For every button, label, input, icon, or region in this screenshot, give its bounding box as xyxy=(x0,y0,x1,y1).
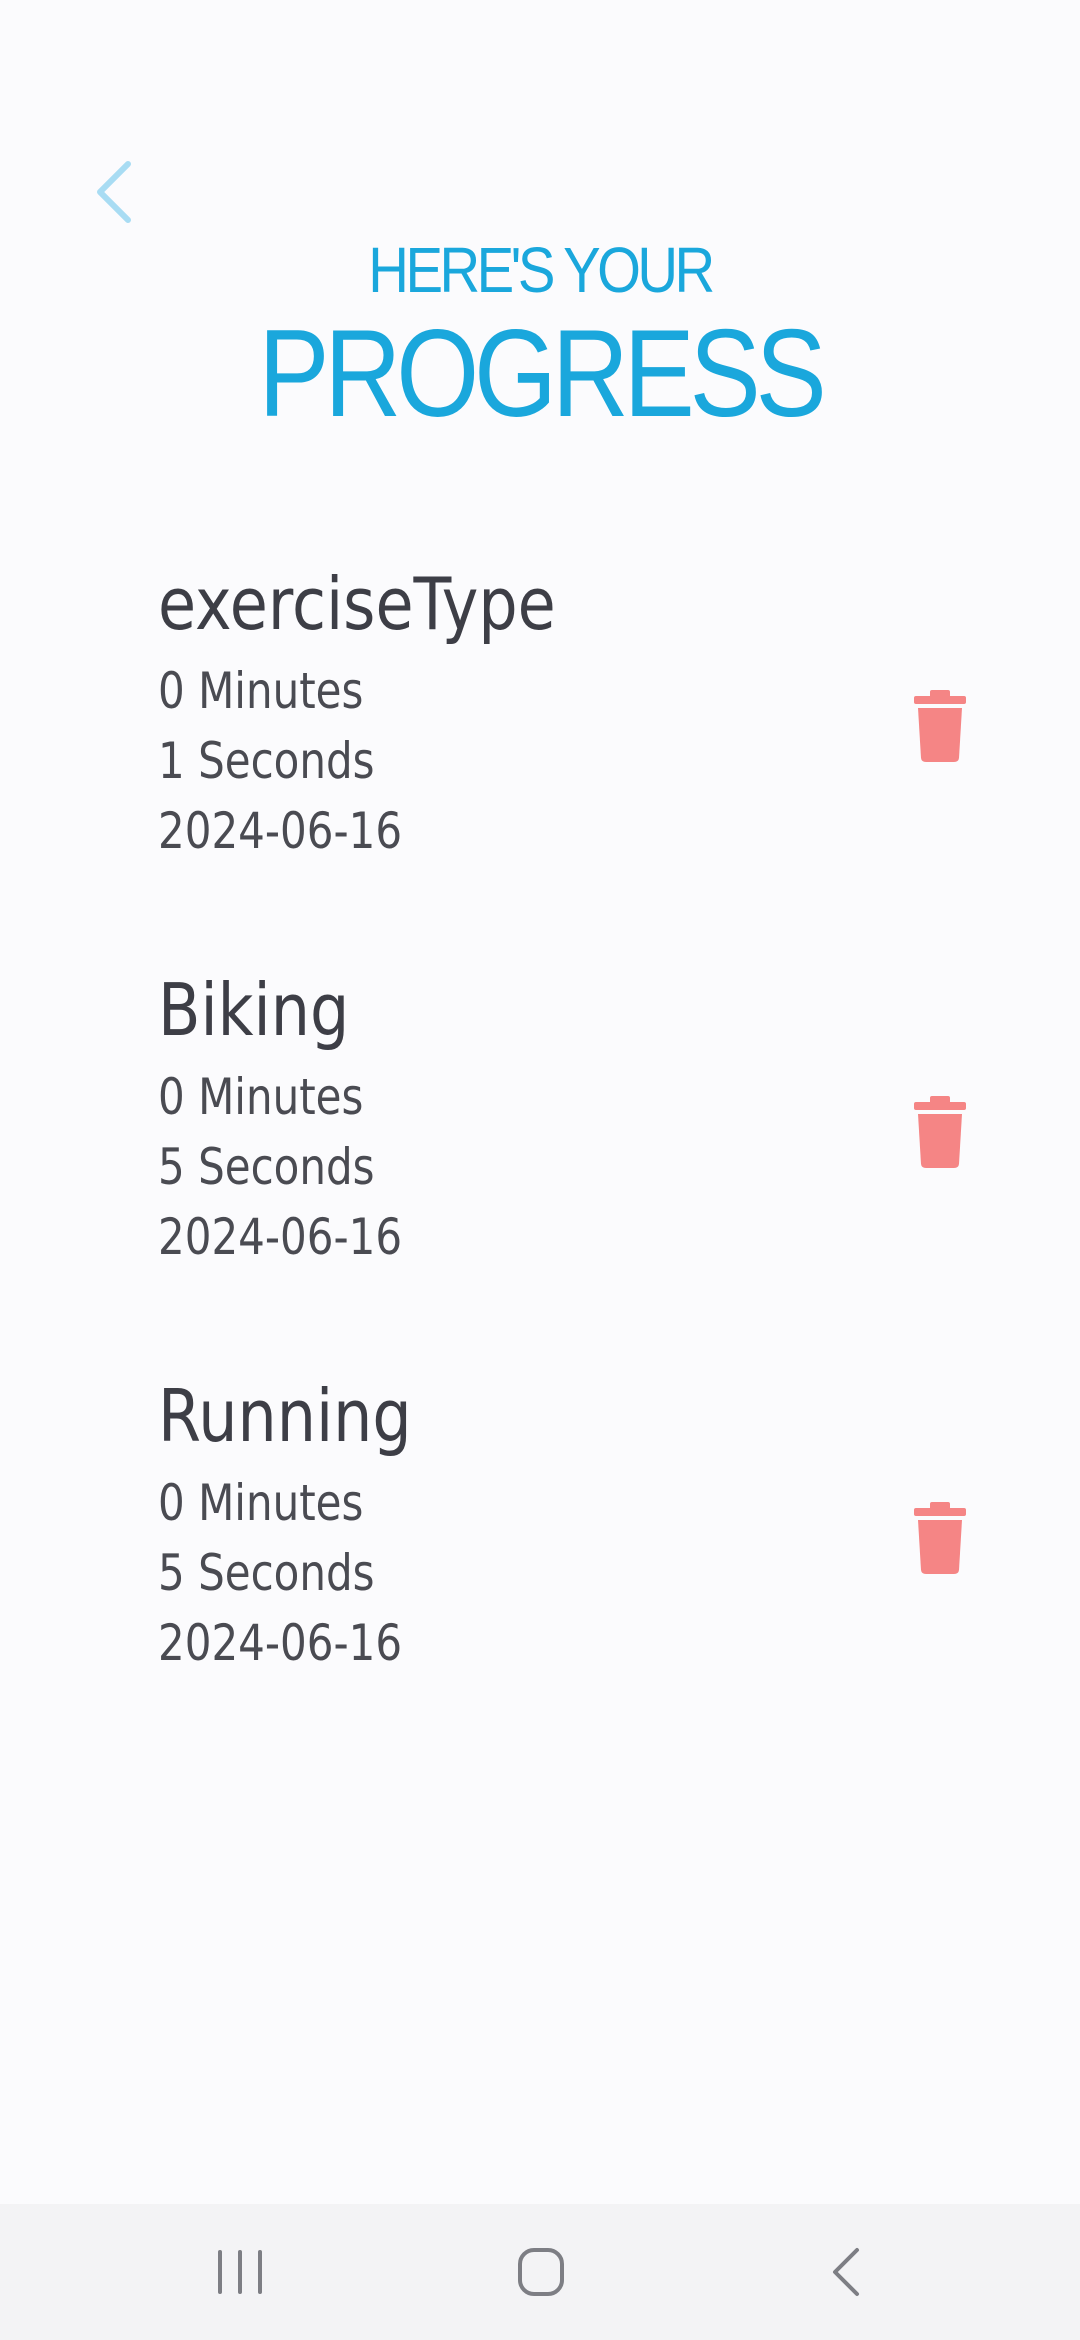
back-icon xyxy=(833,2248,859,2296)
delete-button[interactable] xyxy=(910,1500,970,1576)
exercise-minutes: 0 Minutes xyxy=(158,1068,364,1126)
list-item: Running 0 Minutes 5 Seconds 2024-06-16 xyxy=(0,1368,1080,1774)
recents-button[interactable] xyxy=(200,2242,280,2302)
exercise-type: Running xyxy=(158,1374,412,1458)
exercise-date: 2024-06-16 xyxy=(158,802,403,860)
home-icon xyxy=(518,2248,564,2296)
system-back-button[interactable] xyxy=(805,2242,885,2302)
delete-button[interactable] xyxy=(910,688,970,764)
exercise-type: Biking xyxy=(158,968,350,1052)
system-navigation-bar xyxy=(0,2204,1080,2340)
exercise-seconds: 1 Seconds xyxy=(158,732,375,790)
progress-list: exerciseType 0 Minutes 1 Seconds 2024-06… xyxy=(0,556,1080,1774)
delete-button[interactable] xyxy=(910,1094,970,1170)
page-title: PROGRESS xyxy=(258,305,826,443)
header-subtitle: HERE'S YOUR xyxy=(368,234,715,306)
trash-icon xyxy=(914,1502,966,1574)
trash-icon xyxy=(914,1096,966,1168)
trash-icon xyxy=(914,690,966,762)
chevron-left-icon xyxy=(97,161,131,223)
page-header: HERE'S YOUR PROGRESS xyxy=(0,232,1080,436)
back-button[interactable] xyxy=(88,156,144,228)
exercise-date: 2024-06-16 xyxy=(158,1614,403,1672)
list-item: Biking 0 Minutes 5 Seconds 2024-06-16 xyxy=(0,962,1080,1368)
exercise-minutes: 0 Minutes xyxy=(158,1474,364,1532)
exercise-date: 2024-06-16 xyxy=(158,1208,403,1266)
progress-screen: HERE'S YOUR PROGRESS exerciseType 0 Minu… xyxy=(0,0,1080,2340)
exercise-minutes: 0 Minutes xyxy=(158,662,364,720)
list-item: exerciseType 0 Minutes 1 Seconds 2024-06… xyxy=(0,556,1080,962)
exercise-seconds: 5 Seconds xyxy=(158,1138,375,1196)
exercise-type: exerciseType xyxy=(158,562,556,646)
recents-icon xyxy=(218,2250,262,2294)
home-button[interactable] xyxy=(501,2242,581,2302)
exercise-seconds: 5 Seconds xyxy=(158,1544,375,1602)
